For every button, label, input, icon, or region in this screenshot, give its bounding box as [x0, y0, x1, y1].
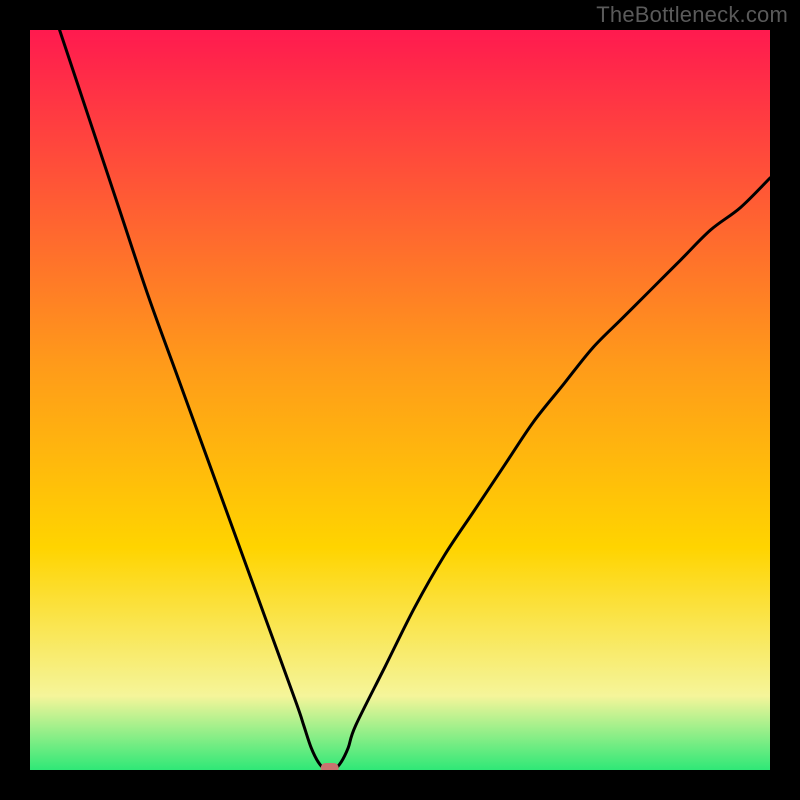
watermark-text: TheBottleneck.com: [596, 2, 788, 28]
plot-area: [30, 30, 770, 770]
optimal-marker: [321, 763, 339, 770]
bottleneck-chart: [30, 30, 770, 770]
gradient-background: [30, 30, 770, 770]
chart-container: TheBottleneck.com: [0, 0, 800, 800]
